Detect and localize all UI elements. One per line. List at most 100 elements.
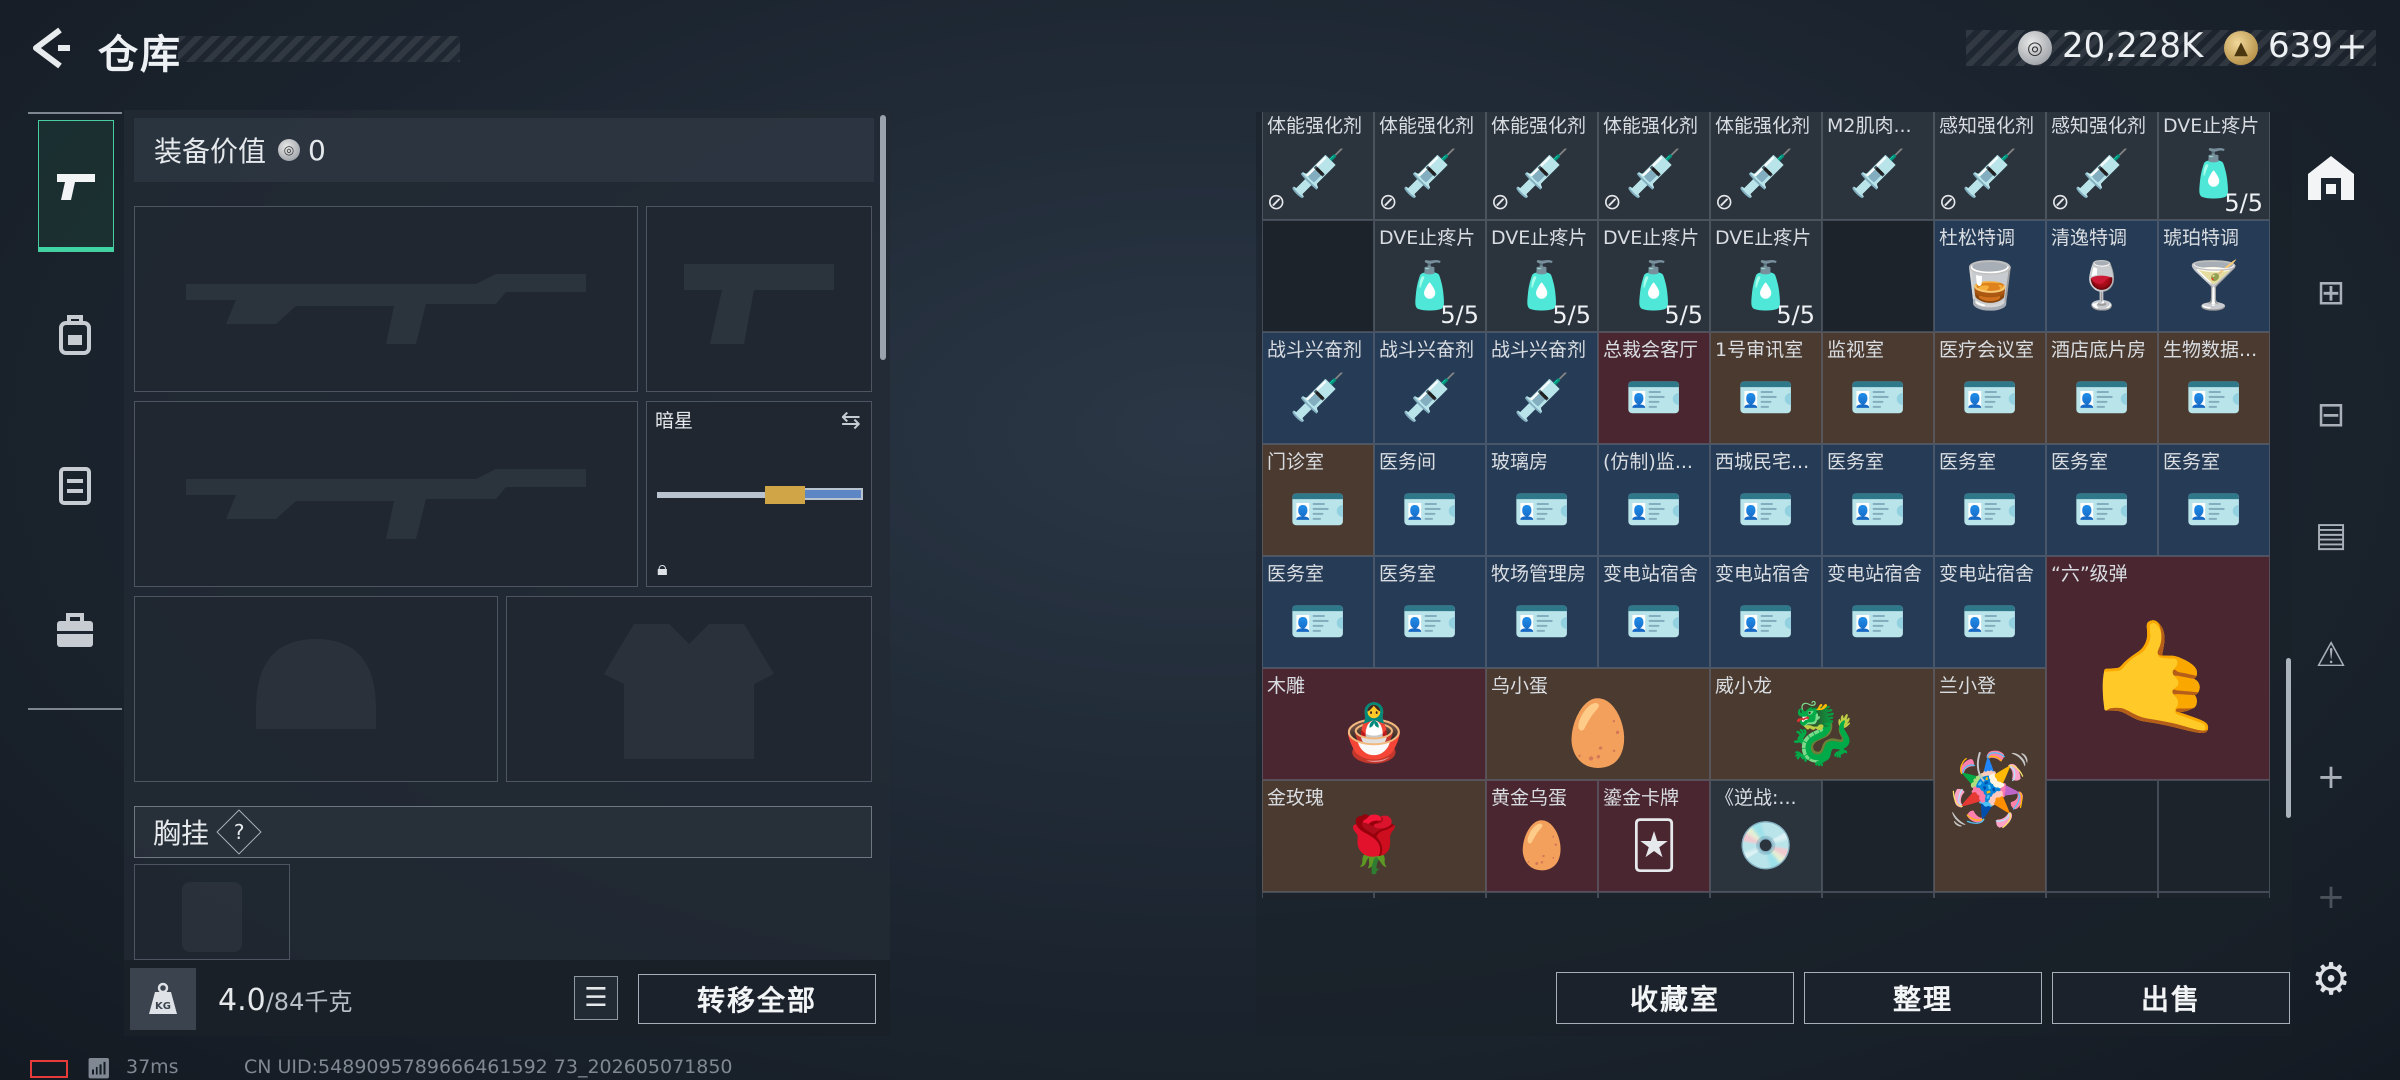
item-cell[interactable]: 门诊室 🪪 bbox=[1262, 444, 1374, 556]
chest-rig-slot[interactable] bbox=[134, 864, 290, 960]
empty-cell[interactable] bbox=[1934, 892, 2046, 898]
item-cell[interactable]: 变电站宿舍 🪪 bbox=[1710, 556, 1822, 668]
item-cell-large[interactable]: “六”级弹 🤙 bbox=[2046, 556, 2270, 780]
equipment-scrollbar[interactable] bbox=[880, 115, 886, 360]
empty-cell[interactable] bbox=[1262, 220, 1374, 332]
item-cell[interactable]: 监视室 🪪 bbox=[1822, 332, 1934, 444]
primary-weapon-slot[interactable] bbox=[134, 206, 638, 392]
tab-weapon[interactable] bbox=[38, 120, 114, 252]
item-cell[interactable]: 感知强化剂 💉 ⊘ bbox=[2046, 112, 2158, 220]
item-cell[interactable]: 总裁会客厅 🪪 bbox=[1598, 332, 1710, 444]
item-cell[interactable]: DVE止疼片 🧴 5/5 bbox=[1598, 220, 1710, 332]
item-cell[interactable]: 医务间 🪪 bbox=[1374, 444, 1486, 556]
storage-tab-3b[interactable]: ⊟ bbox=[2296, 380, 2366, 450]
item-cell[interactable]: 医务室 🪪 bbox=[1822, 444, 1934, 556]
empty-cell[interactable] bbox=[2158, 892, 2270, 898]
item-cell[interactable]: M2肌肉... 💉 bbox=[1822, 112, 1934, 220]
game-box-icon: 💿 bbox=[1737, 817, 1795, 872]
sell-button[interactable]: 出售 bbox=[2052, 972, 2290, 1024]
item-cell[interactable]: 变电站宿舍 🪪 bbox=[1598, 556, 1710, 668]
lock-icon: 🔒︎ bbox=[657, 556, 668, 580]
item-cell[interactable]: 变电站宿舍 🪪 bbox=[1934, 556, 2046, 668]
empty-cell[interactable] bbox=[1598, 892, 1710, 898]
item-cell[interactable]: 医疗会议室 🪪 bbox=[1934, 332, 2046, 444]
empty-cell[interactable] bbox=[1822, 780, 1934, 892]
sidearm-slot[interactable] bbox=[646, 206, 872, 392]
item-cell-wide[interactable]: 乌小蛋 🥚 bbox=[1486, 668, 1710, 780]
empty-cell[interactable] bbox=[2046, 780, 2158, 892]
swap-icon[interactable]: ⇆ bbox=[841, 406, 861, 434]
item-cell[interactable]: 变电站宿舍 🪪 bbox=[1822, 556, 1934, 668]
armor-slot[interactable] bbox=[506, 596, 872, 782]
empty-cell[interactable] bbox=[1822, 220, 1934, 332]
empty-cell[interactable] bbox=[1262, 892, 1374, 898]
keycard-icon: 🪪 bbox=[1849, 593, 1907, 648]
item-cell[interactable]: 体能强化剂 💉 ⊘ bbox=[1374, 112, 1486, 220]
item-cell[interactable]: 牧场管理房 🪪 bbox=[1486, 556, 1598, 668]
item-cell[interactable]: 医务室 🪪 bbox=[2158, 444, 2270, 556]
helmet-slot[interactable] bbox=[134, 596, 498, 782]
item-cell[interactable]: 体能强化剂 💉 ⊘ bbox=[1710, 112, 1822, 220]
empty-cell[interactable] bbox=[1710, 892, 1822, 898]
item-cell-wide[interactable]: 威小龙 🐉 bbox=[1710, 668, 1934, 780]
empty-cell[interactable] bbox=[2158, 780, 2270, 892]
weight-value: 4.0 bbox=[218, 983, 266, 1018]
empty-cell[interactable] bbox=[1374, 892, 1486, 898]
collection-room-button[interactable]: 收藏室 bbox=[1556, 972, 1794, 1024]
add-storage-button[interactable]: + bbox=[2296, 742, 2366, 812]
item-cell-wide[interactable]: 金玫瑰 🌹 bbox=[1262, 780, 1486, 892]
item-cell[interactable]: DVE止疼片 🧴 5/5 bbox=[2158, 112, 2270, 220]
keycard-icon: 🪪 bbox=[1289, 593, 1347, 648]
item-cell[interactable]: DVE止疼片 🧴 5/5 bbox=[1710, 220, 1822, 332]
item-cell[interactable]: 医务室 🪪 bbox=[1374, 556, 1486, 668]
add-currency-button[interactable]: + bbox=[2336, 24, 2368, 68]
pistol-silhouette-icon bbox=[684, 264, 834, 344]
tab-backpack[interactable] bbox=[38, 270, 112, 400]
help-icon[interactable]: ? bbox=[216, 809, 262, 855]
item-cell[interactable]: 西城民宅... 🪪 bbox=[1710, 444, 1822, 556]
empty-cell[interactable] bbox=[2046, 892, 2158, 898]
storage-tab-4[interactable]: ▤ bbox=[2296, 500, 2366, 570]
item-cell-tall[interactable]: 兰小登 🪅 bbox=[1934, 668, 2046, 892]
item-cell[interactable]: 体能强化剂 💉 ⊘ bbox=[1598, 112, 1710, 220]
item-cell[interactable]: 体能强化剂 💉 ⊘ bbox=[1486, 112, 1598, 220]
item-cell[interactable]: (仿制)监... 🪪 bbox=[1598, 444, 1710, 556]
item-cell[interactable]: 感知强化剂 💉 ⊘ bbox=[1934, 112, 2046, 220]
item-cell[interactable]: DVE止疼片 🧴 5/5 bbox=[1374, 220, 1486, 332]
item-cell[interactable]: 战斗兴奋剂 💉 bbox=[1374, 332, 1486, 444]
keycard-icon: 🪪 bbox=[1849, 481, 1907, 536]
arrange-button[interactable]: 整理 bbox=[1804, 972, 2042, 1024]
empty-cell[interactable] bbox=[1486, 892, 1598, 898]
item-cell[interactable]: 杜松特调 🥃 bbox=[1934, 220, 2046, 332]
storage-scrollbar[interactable] bbox=[2286, 658, 2291, 818]
empty-cell[interactable] bbox=[1822, 892, 1934, 898]
item-cell[interactable]: 酒店底片房 🪪 bbox=[2046, 332, 2158, 444]
storage-tab-3a[interactable]: ⊞ bbox=[2296, 258, 2366, 328]
item-cell[interactable]: 战斗兴奋剂 💉 bbox=[1486, 332, 1598, 444]
item-cell[interactable]: 医务室 🪪 bbox=[1262, 556, 1374, 668]
item-cell[interactable]: 《逆战:... 💿 bbox=[1710, 780, 1822, 892]
item-cell[interactable]: 体能强化剂 💉 ⊘ bbox=[1262, 112, 1374, 220]
item-cell[interactable]: 鎏金卡牌 🃏 bbox=[1598, 780, 1710, 892]
item-cell[interactable]: DVE止疼片 🧴 5/5 bbox=[1486, 220, 1598, 332]
item-cell[interactable]: 战斗兴奋剂 💉 bbox=[1262, 332, 1374, 444]
item-cell[interactable]: 玻璃房 🪪 bbox=[1486, 444, 1598, 556]
item-cell[interactable]: 琥珀特调 🍸 bbox=[2158, 220, 2270, 332]
secondary-weapon-slot[interactable] bbox=[134, 401, 638, 587]
tab-rig[interactable] bbox=[38, 420, 112, 550]
item-cell[interactable]: 黄金乌蛋 🥚 bbox=[1486, 780, 1598, 892]
item-cell[interactable]: 医务室 🪪 bbox=[2046, 444, 2158, 556]
item-cell[interactable]: 清逸特调 🍷 bbox=[2046, 220, 2158, 332]
item-cell[interactable]: 医务室 🪪 bbox=[1934, 444, 2046, 556]
item-cell[interactable]: 1号审讯室 🪪 bbox=[1710, 332, 1822, 444]
back-button[interactable] bbox=[28, 26, 72, 70]
tab-case[interactable] bbox=[38, 566, 112, 696]
list-view-button[interactable]: ☰ bbox=[574, 976, 618, 1020]
melee-slot[interactable]: 暗星 ⇆ 🔒︎ bbox=[646, 401, 872, 587]
item-cell[interactable]: 生物数据... 🪪 bbox=[2158, 332, 2270, 444]
item-cell-wide[interactable]: 木雕 🪆 bbox=[1262, 668, 1486, 780]
storage-tab-3c[interactable]: ⚠ bbox=[2296, 620, 2366, 690]
storage-tab-main[interactable] bbox=[2296, 142, 2366, 212]
settings-button[interactable]: ⚙ bbox=[2296, 944, 2366, 1014]
transfer-all-button[interactable]: 转移全部 bbox=[638, 974, 876, 1024]
